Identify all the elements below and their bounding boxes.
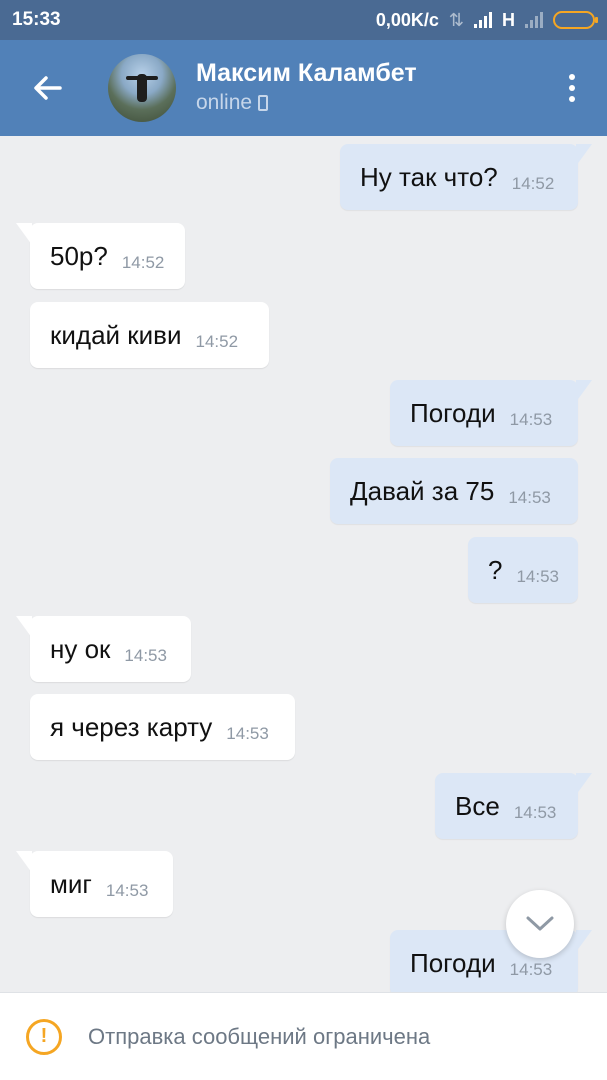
chat-title[interactable]: Максим Каламбет online (196, 58, 417, 118)
message-list[interactable]: Ну так что? 14:52 50р? 14:52 кидай киви … (0, 136, 607, 992)
net-speed: 0,00K/с (375, 9, 439, 30)
signal-icon (474, 12, 492, 28)
message-time: 14:53 (509, 960, 553, 979)
arrow-left-icon (34, 76, 62, 100)
message-text: 50р? (50, 240, 108, 271)
message-text: Погоди (410, 397, 496, 428)
warning-icon: ! (26, 1018, 62, 1055)
message-text: ну ок (50, 633, 111, 664)
message-text: миг (50, 868, 92, 899)
message-text: Все (455, 790, 500, 821)
message-time: 14:53 (226, 724, 269, 743)
back-button[interactable] (0, 40, 96, 136)
message-bubble-incoming[interactable]: миг 14:53 (16, 851, 173, 917)
chat-header: Максим Каламбет online (0, 40, 607, 136)
phone-icon (258, 95, 269, 111)
message-time: 14:53 (509, 410, 553, 429)
message-time: 14:53 (513, 803, 557, 822)
message-time: 14:53 (516, 567, 560, 586)
message-bubble-incoming[interactable]: ну ок 14:53 (16, 616, 191, 682)
avatar[interactable] (108, 54, 176, 122)
contact-status: online (196, 88, 417, 118)
restriction-bar: ! Отправка сообщений ограничена (0, 992, 607, 1080)
contact-name: Максим Каламбет (196, 59, 417, 87)
message-time: 14:52 (195, 332, 239, 351)
message-text: кидай киви (50, 319, 182, 350)
restriction-text: Отправка сообщений ограничена (88, 1023, 431, 1049)
message-bubble-outgoing[interactable]: Давай за 75 14:53 (330, 458, 578, 524)
message-time: 14:52 (121, 253, 165, 272)
more-vertical-icon (569, 74, 575, 80)
message-text: ? (488, 554, 503, 585)
message-time: 14:53 (105, 881, 149, 900)
message-bubble-outgoing[interactable]: Погоди 14:53 (390, 380, 592, 446)
message-text: Давай за 75 (350, 475, 495, 506)
message-text: Погоди (410, 947, 496, 978)
message-text: я через карту (50, 711, 213, 742)
status-time: 15:33 (12, 9, 61, 30)
signal-weak-icon (525, 12, 543, 28)
message-bubble-outgoing[interactable]: ? 14:53 (468, 537, 578, 603)
message-time: 14:53 (124, 646, 167, 665)
network-type: H (502, 9, 515, 30)
message-time: 14:52 (511, 174, 555, 193)
chevron-down-icon (526, 916, 554, 931)
status-icons: 0,00K/с ⇅ H (375, 9, 598, 31)
more-menu-button[interactable] (537, 40, 607, 136)
message-bubble-incoming[interactable]: 50р? 14:52 (16, 223, 185, 289)
data-transfer-icon: ⇅ (448, 9, 464, 30)
message-bubble-outgoing[interactable]: Все 14:53 (435, 773, 592, 839)
message-bubble-incoming[interactable]: кидай киви 14:52 (30, 302, 269, 368)
status-bar: 15:33 0,00K/с ⇅ H (0, 0, 607, 40)
message-bubble-incoming[interactable]: я через карту 14:53 (30, 694, 295, 760)
online-status-label: online (196, 91, 253, 114)
message-time: 14:53 (508, 488, 551, 507)
message-bubble-outgoing[interactable]: Ну так что? 14:52 (340, 144, 592, 210)
message-text: Ну так что? (360, 161, 498, 192)
battery-icon (553, 11, 598, 29)
scroll-down-button[interactable] (506, 890, 574, 958)
